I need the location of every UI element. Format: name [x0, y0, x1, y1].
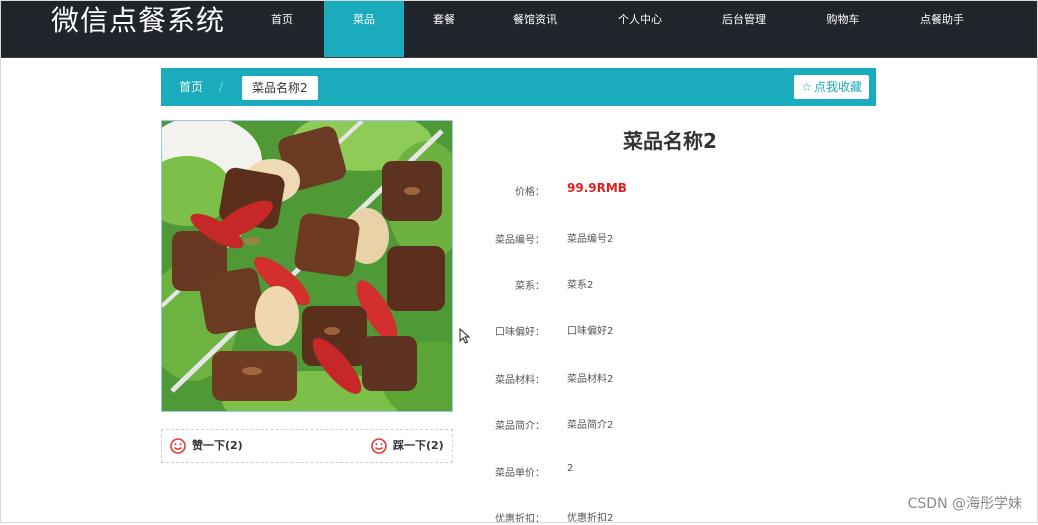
nav-item-home[interactable]: 首页: [256, 0, 308, 57]
taste-preference-label: 口味偏好：: [495, 327, 545, 338]
breadcrumb: 首页 / 菜品名称2 ☆ 点我收藏: [161, 68, 876, 106]
discount-value: 优惠折扣2: [567, 513, 614, 524]
price-label: 价格：: [515, 187, 545, 198]
nav-item-order-assistant[interactable]: 点餐助手: [906, 0, 978, 57]
smiley-icon: [371, 438, 387, 454]
star-outline-icon: ☆: [801, 80, 812, 94]
dislike-button[interactable]: 踩一下(2): [371, 430, 444, 462]
dish-code-label: 菜品编号：: [495, 235, 545, 246]
like-label: 赞一下(2): [192, 439, 243, 452]
favorite-button[interactable]: ☆ 点我收藏: [794, 75, 869, 99]
top-navigation-bar: 微信点餐系统 首页 菜品 套餐 餐馆资讯 个人中心 后台管理 购物车 点餐助手: [0, 0, 1038, 58]
mouse-cursor-icon: [459, 327, 471, 348]
unit-price-value: 2: [567, 463, 574, 474]
smiley-icon: [170, 438, 186, 454]
like-button[interactable]: 赞一下(2): [170, 430, 243, 462]
cuisine-value: 菜系2: [567, 280, 594, 291]
site-brand-title: 微信点餐系统: [51, 4, 226, 37]
cuisine-label: 菜系：: [515, 281, 545, 292]
vote-panel: 赞一下(2) 踩一下(2): [161, 429, 453, 463]
watermark: CSDN @海彤学妹: [907, 496, 1022, 512]
dislike-label: 踩一下(2): [393, 439, 444, 452]
dish-title: 菜品名称2: [623, 129, 717, 153]
ingredients-value: 菜品材料2: [567, 374, 614, 385]
price-value: 99.9RMB: [567, 181, 627, 195]
kebab-photo-illustration: [162, 121, 452, 411]
breadcrumb-current: 菜品名称2: [242, 76, 318, 100]
nav-item-combos[interactable]: 套餐: [418, 0, 470, 57]
ingredients-label: 菜品材料：: [495, 375, 545, 386]
dish-image: [161, 120, 453, 412]
nav-item-admin[interactable]: 后台管理: [708, 0, 780, 57]
taste-preference-value: 口味偏好2: [567, 326, 614, 337]
nav-item-dishes[interactable]: 菜品: [324, 0, 404, 57]
breadcrumb-home-link[interactable]: 首页: [179, 68, 203, 106]
breadcrumb-separator: /: [219, 80, 224, 94]
nav-item-restaurant-news[interactable]: 餐馆资讯: [500, 0, 570, 57]
unit-price-label: 菜品单价：: [495, 468, 545, 479]
description-label: 菜品简介：: [495, 421, 545, 432]
favorite-button-label: 点我收藏: [813, 80, 862, 94]
description-value: 菜品简介2: [567, 420, 614, 431]
dish-code-value: 菜品编号2: [567, 234, 614, 245]
nav-item-cart[interactable]: 购物车: [814, 0, 872, 57]
nav-item-personal-center[interactable]: 个人中心: [604, 0, 676, 57]
